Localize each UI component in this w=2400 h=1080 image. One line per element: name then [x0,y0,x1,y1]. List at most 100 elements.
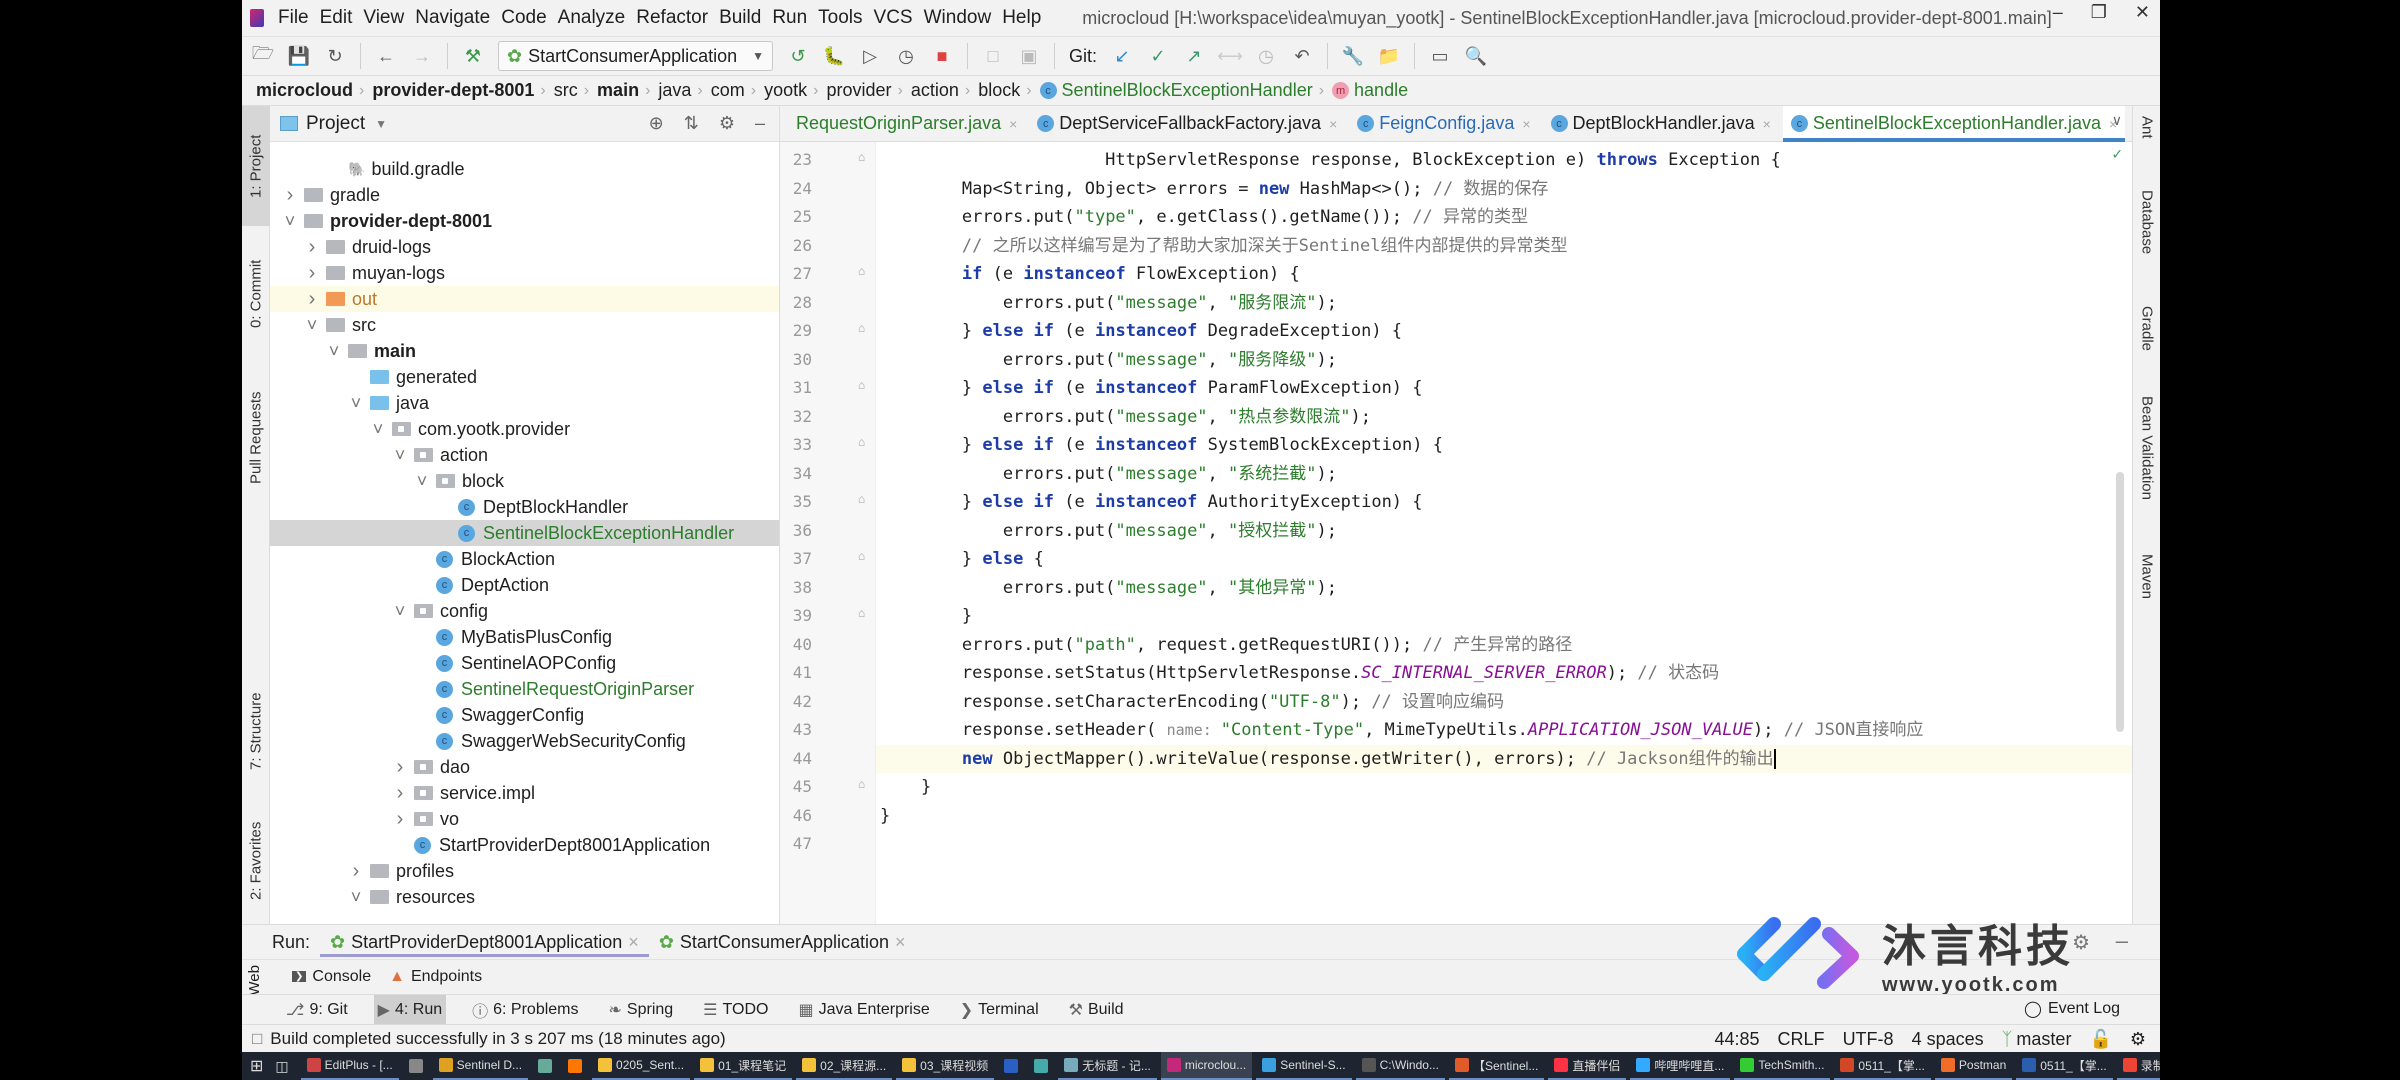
inspector-icon[interactable]: ⚙ [2130,1029,2146,1050]
taskbar-app[interactable]: Sentinel-S... [1256,1052,1352,1080]
chevron-down-icon[interactable]: ˅ [282,211,298,232]
tree-item[interactable]: › dao [270,754,779,780]
breadcrumb-item[interactable]: provider-dept-8001 [372,80,534,101]
code-area[interactable]: 23 ⌂ 24 25 26 27 ⌂ 28 29 ⌂ 30 31 ⌂ 32 33 ⌂ 34 35 ⌂ 36 37 ⌂ 38 3… [780,142,2132,924]
minimize-button[interactable]: – [2053,2,2063,23]
tool-window-terminal[interactable]: ❯ Terminal [956,995,1043,1025]
menu-edit[interactable]: Edit [320,7,353,28]
taskbar-app[interactable]: 0205_Sent... [592,1052,691,1080]
tree-item[interactable]: c BlockAction [270,546,779,572]
rerun-icon[interactable]: ↺ [787,45,809,67]
breadcrumb-item[interactable]: yootk [764,80,807,101]
editor-tab[interactable]: RequestOriginParser.java × [788,106,1025,142]
profile-icon[interactable]: ◷ [895,45,917,67]
chevron-down-icon[interactable]: ˅ [304,315,320,336]
tree-item[interactable]: 🐘 build.gradle [270,156,779,182]
git-compare-icon[interactable]: ⟷ [1217,45,1243,67]
chevron-down-icon[interactable]: ˅ [370,419,386,440]
breadcrumb-item[interactable]: microcloud [256,80,353,101]
indent-setting[interactable]: 4 spaces [1912,1029,1984,1050]
tree-item[interactable]: › druid-logs [270,234,779,260]
event-log-button[interactable]: ◯ Event Log [2024,995,2120,1023]
code-line[interactable]: errors.put("type", e.getClass().getName(… [880,203,1528,231]
code-line[interactable]: } [880,773,931,801]
fold-marker-icon[interactable]: ⌂ [858,378,865,392]
tool-tab-database[interactable]: Database [2133,190,2160,300]
tree-item[interactable]: ˅ src [270,312,779,338]
taskbar-app[interactable] [998,1052,1024,1080]
close-tab-icon[interactable]: × [1522,116,1530,132]
tool-tab-gradle[interactable]: Gradle [2133,306,2160,386]
status-toggle-icon[interactable]: □ [252,1029,262,1049]
taskbar-app[interactable]: 直播伴侣 [1548,1052,1627,1080]
chevron-right-icon[interactable]: › [348,860,364,883]
tree-item[interactable]: ˅ java [270,390,779,416]
locate-file-icon[interactable]: ⊕ [649,113,664,134]
taskbar-app[interactable] [1028,1052,1054,1080]
tool-tab-commit[interactable]: 0: Commit [242,234,270,354]
taskbar-app[interactable] [562,1052,588,1080]
tool-tab-project[interactable]: 1: Project [242,106,270,226]
editor-tab[interactable]: c SentinelBlockExceptionHandler.java × [1782,105,2126,142]
tree-item[interactable]: ˅ provider-dept-8001 [270,208,779,234]
code-line[interactable]: } else if (e instanceof ParamFlowExcepti… [880,374,1423,402]
code-line[interactable]: // 之所以这样编写是为了帮助大家加深关于Sentinel组件内部提供的异常类型 [880,232,1568,260]
tree-item-partial[interactable] [270,142,779,156]
taskbar-app[interactable]: 无标题 - 记... [1058,1052,1157,1080]
fold-marker-icon[interactable]: ⌂ [858,321,865,335]
tool-window-build[interactable]: ⚒ Build [1065,995,1128,1025]
menu-build[interactable]: Build [719,7,761,28]
tree-item[interactable]: generated [270,364,779,390]
code-line[interactable]: response.setCharacterEncoding("UTF-8"); … [880,688,1504,716]
taskbar-app[interactable]: microclou... [1160,1052,1253,1080]
taskbar-app[interactable]: 录制中... [2116,1052,2160,1080]
chevron-down-icon[interactable]: ˅ [414,471,430,492]
chevron-down-icon[interactable]: ▼ [375,117,387,131]
breadcrumb-item[interactable]: block [978,80,1020,101]
tree-item[interactable]: c SwaggerConfig [270,702,779,728]
breadcrumb-item[interactable]: main [597,80,639,101]
code-line[interactable]: errors.put("message", "授权拦截"); [880,517,1337,545]
menu-refactor[interactable]: Refactor [636,7,708,28]
tree-item[interactable]: ˅ resources [270,884,779,910]
code-line[interactable]: errors.put("message", "其他异常"); [880,574,1337,602]
code-line[interactable]: errors.put("message", "系统拦截"); [880,460,1337,488]
update-icon[interactable]: ▣ [1018,45,1040,67]
tab-list-chevron-icon[interactable]: ∨ [2112,112,2122,129]
web-tool-tab[interactable]: Web [246,965,263,996]
close-tab-icon[interactable]: × [628,932,639,953]
fold-marker-icon[interactable]: ⌂ [858,549,865,563]
menu-vcs[interactable]: VCS [874,7,913,28]
tree-item[interactable]: c SentinelAOPConfig [270,650,779,676]
taskbar-app[interactable]: C:\Windo... [1355,1052,1445,1080]
status-message[interactable]: Build completed successfully in 3 s 207 … [270,1029,725,1049]
breadcrumb-item[interactable]: src [554,80,578,101]
code-line[interactable]: HttpServletResponse response, BlockExcep… [880,146,1781,174]
run-hide-icon[interactable]: – [2116,928,2128,954]
task-view-icon[interactable]: ◫ [275,1058,288,1075]
git-branch-widget[interactable]: ᛉ master [2002,1029,2072,1050]
taskbar-app[interactable]: 03_课程视频 [896,1052,995,1080]
stop-icon[interactable]: ■ [931,45,953,67]
menu-file[interactable]: File [278,7,309,28]
code-line[interactable]: errors.put("message", "热点参数限流"); [880,403,1371,431]
code-line[interactable]: errors.put("message", "服务降级"); [880,346,1337,374]
editor-tab[interactable]: c DeptBlockHandler.java × [1543,106,1779,142]
chevron-right-icon[interactable]: › [392,808,408,831]
taskbar-app[interactable]: Postman [1934,1052,2013,1080]
fold-marker-icon[interactable]: ⌂ [858,435,865,449]
chevron-right-icon[interactable]: › [304,262,320,285]
open-folder-icon[interactable]: 🗁 [252,43,274,67]
close-button[interactable]: ✕ [2135,2,2150,23]
code-line[interactable]: } [880,602,972,630]
taskbar-app[interactable]: 哔哩哔哩直... [1630,1052,1731,1080]
fold-marker-icon[interactable]: ⌂ [858,150,865,164]
line-separator[interactable]: CRLF [1778,1029,1825,1050]
taskbar-app[interactable]: EditPlus - [... [300,1052,399,1080]
tree-item[interactable]: ˅ main [270,338,779,364]
project-view-selector[interactable]: Project [306,113,365,135]
fold-marker-icon[interactable]: ⌂ [858,492,865,506]
code-line[interactable]: response.setStatus(HttpServletResponse.S… [880,659,1719,687]
taskbar-app[interactable]: TechSmith... [1734,1052,1831,1080]
chevron-right-icon[interactable]: › [304,236,320,259]
